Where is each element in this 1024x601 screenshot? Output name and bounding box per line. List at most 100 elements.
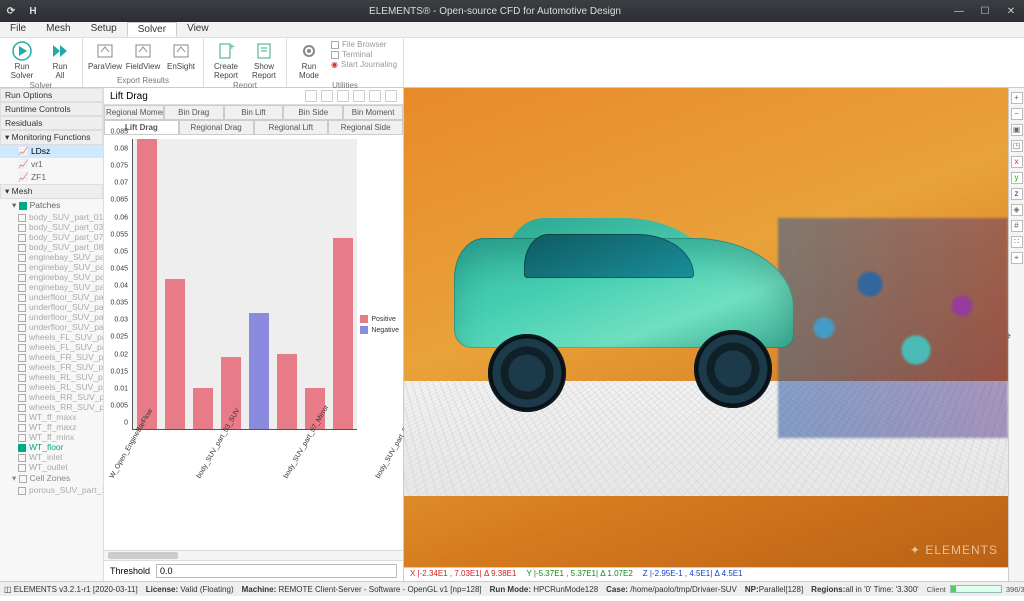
tree-patch-item[interactable]: WT_ff_maxz (0, 422, 103, 432)
zoom-out-icon[interactable]: − (1011, 108, 1023, 120)
tree-porous[interactable]: porous_SUV_part_110_ (0, 485, 103, 495)
maximize-icon[interactable]: ☐ (972, 6, 998, 17)
tree-patch-item[interactable]: enginebay_SUV_part_ (0, 252, 103, 262)
chart-tab[interactable]: Regional Moment (104, 105, 164, 119)
file-browser-item[interactable]: File Browser (331, 40, 397, 49)
terminal-item[interactable]: Terminal (331, 50, 397, 59)
ribbon-group-export: Export Results (89, 76, 197, 85)
tree-patch-item[interactable]: underfloor_SUV_part (0, 292, 103, 302)
chart-tab[interactable]: Bin Drag (164, 105, 224, 119)
tree-monitoring[interactable]: ▾ Monitoring Functions (0, 130, 103, 145)
menu-view[interactable]: View (177, 22, 219, 37)
chart-tab[interactable]: Bin Lift (224, 105, 284, 119)
tree-cellzones[interactable]: ▾ Cell Zones (0, 472, 103, 485)
tree-patch-item[interactable]: body_SUV_part_03_SU (0, 222, 103, 232)
gear-icon (298, 40, 320, 62)
tree-patch-item[interactable]: enginebay_SUV_part_1 (0, 272, 103, 282)
chart-tab[interactable]: Bin Side (283, 105, 343, 119)
chart-tab[interactable]: Bin Moment (343, 105, 403, 119)
tree-patch-item[interactable]: wheels_FL_SUV_part_ (0, 332, 103, 342)
tree-panel: Run Options Runtime Controls Residuals ▾… (0, 88, 104, 581)
coordinate-readout: X |-2.34E1 , 7.03E1| Δ 9.38E1 Y |-5.37E1… (404, 567, 1008, 581)
chart-tool-6-icon[interactable] (385, 90, 397, 102)
chart-tool-5-icon[interactable] (369, 90, 381, 102)
tree-wt-outlet[interactable]: WT_outlet (0, 462, 103, 472)
iso-icon[interactable]: ◈ (1011, 204, 1023, 216)
menu-file[interactable]: File (0, 22, 36, 37)
menu-solver[interactable]: Solver (127, 22, 177, 37)
tree-patch-item[interactable]: body_SUV_part_08_En (0, 242, 103, 252)
report-add-icon: + (215, 40, 237, 62)
create-report-button[interactable]: +CreateReport (210, 40, 242, 80)
run-solver-button[interactable]: RunSolver (6, 40, 38, 80)
run-mode-button[interactable]: RunMode (293, 40, 325, 80)
menu-setup[interactable]: Setup (81, 22, 127, 37)
tree-runtime-controls[interactable]: Runtime Controls (0, 102, 103, 116)
menu-mesh[interactable]: Mesh (36, 22, 80, 37)
tree-patch-item[interactable]: wheels_RR_SUV_part_ (0, 392, 103, 402)
play-icon (11, 40, 33, 62)
tree-monitor-item[interactable]: 📈 LDsz (0, 145, 103, 158)
tree-patch-item[interactable]: body_SUV_part_07_Mi (0, 232, 103, 242)
tree-patch-item[interactable]: wheels_FR_SUV_part_ (0, 362, 103, 372)
minimize-icon[interactable]: — (946, 6, 972, 17)
chart-scrollbar[interactable] (104, 550, 403, 560)
chart-tool-1-icon[interactable] (305, 90, 317, 102)
chart-tool-3-icon[interactable] (337, 90, 349, 102)
tree-patch-item[interactable]: underfloor_SUV_part (0, 312, 103, 322)
tree-patch-item[interactable]: enginebay_SUV_part_0 (0, 262, 103, 272)
export-icon (132, 40, 154, 62)
chart-tabs-bottom: Lift DragRegional DragRegional LiftRegio… (104, 120, 403, 135)
axis-z-icon[interactable]: z (1011, 188, 1023, 200)
show-report-button[interactable]: ShowReport (248, 40, 280, 80)
tree-monitor-item[interactable]: 📈 ZF1 (0, 171, 103, 184)
home-icon[interactable]: H (22, 6, 44, 17)
tree-patch-item[interactable]: enginebay_SUV_part_1 (0, 282, 103, 292)
tree-patch-item[interactable]: WT_ff_maxx (0, 412, 103, 422)
snap-icon[interactable]: ∷ (1011, 236, 1023, 248)
tree-patch-item[interactable]: body_SUV_part_01_Bo (0, 212, 103, 222)
threshold-input[interactable] (156, 564, 397, 578)
chart-tabs-top: Regional MomentBin DragBin LiftBin SideB… (104, 105, 403, 120)
chart-bar (333, 238, 353, 429)
close-icon[interactable]: ✕ (998, 6, 1024, 17)
tree-residuals[interactable]: Residuals (0, 116, 103, 130)
viewport-3d[interactable]: ✦ ELEMENTS X |-2.34E1 , 7.03E1| Δ 9.38E1… (404, 88, 1008, 581)
axis-x-icon[interactable]: x (1011, 156, 1023, 168)
camera-icon[interactable]: ⌖ (1011, 252, 1023, 264)
box-zoom-icon[interactable]: ◳ (1011, 140, 1023, 152)
grid-icon[interactable]: # (1011, 220, 1023, 232)
zoom-in-icon[interactable]: + (1011, 92, 1023, 104)
chart-tool-4-icon[interactable] (353, 90, 365, 102)
tree-monitor-item[interactable]: 📈 vr1 (0, 158, 103, 171)
tree-patch-item[interactable]: wheels_FL_SUV_part_ (0, 342, 103, 352)
tree-mesh[interactable]: ▾ Mesh (0, 184, 103, 199)
tree-patch-item[interactable]: wheels_RL_SUV_part_ (0, 372, 103, 382)
tree-patch-item[interactable]: WT_ff_minx (0, 432, 103, 442)
status-bar: ◫ ELEMENTS v3.2.1-r1 [2020-03-11] Licens… (0, 581, 1024, 596)
tree-patch-item[interactable]: wheels_FR_SUV_part_ (0, 352, 103, 362)
titlebar: ⟳ H ELEMENTS® - Open-source CFD for Auto… (0, 0, 1024, 22)
chart-tab[interactable]: Regional Lift (254, 120, 329, 134)
tree-patch-item[interactable]: wheels_RL_SUV_part_ (0, 382, 103, 392)
paraview-button[interactable]: ParaView (89, 40, 121, 71)
tree-wt-inlet[interactable]: WT_inlet (0, 452, 103, 462)
chart-plot (132, 139, 357, 430)
tree-patches[interactable]: ▾ Patches (0, 199, 103, 212)
tree-wt-floor[interactable]: WT_floor (0, 442, 103, 452)
app-logo: ⟳ (0, 6, 22, 17)
chart-bar (137, 139, 157, 429)
fit-icon[interactable]: ▣ (1011, 124, 1023, 136)
tree-run-options[interactable]: Run Options (0, 88, 103, 102)
chart-tab[interactable]: Regional Side (328, 120, 403, 134)
tree-patch-item[interactable]: underfloor_SUV_part (0, 322, 103, 332)
start-journaling-item[interactable]: ◉Start Journaling (331, 60, 397, 69)
tree-patch-item[interactable]: wheels_RR_SUV_part_ (0, 402, 103, 412)
fieldview-button[interactable]: FieldView (127, 40, 159, 71)
ensight-button[interactable]: EnSight (165, 40, 197, 71)
chart-tab[interactable]: Regional Drag (179, 120, 254, 134)
run-all-button[interactable]: RunAll (44, 40, 76, 80)
axis-y-icon[interactable]: y (1011, 172, 1023, 184)
chart-tool-2-icon[interactable] (321, 90, 333, 102)
tree-patch-item[interactable]: underfloor_SUV_part (0, 302, 103, 312)
